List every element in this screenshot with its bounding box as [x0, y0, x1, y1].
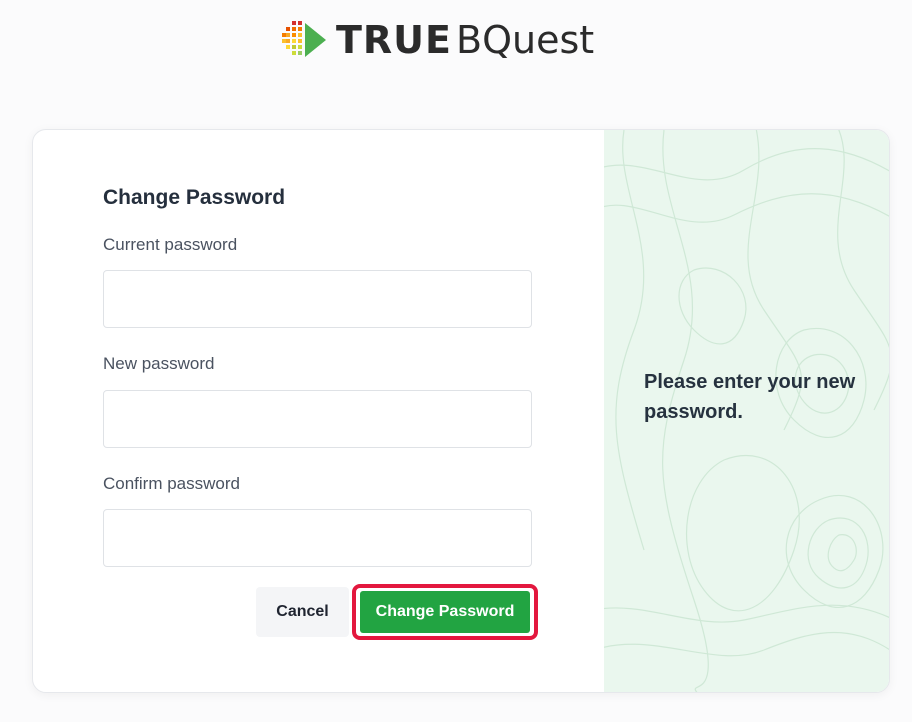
change-password-form: Change Password Current password New pas… — [33, 130, 604, 692]
confirm-password-input[interactable] — [103, 509, 532, 567]
change-password-card: Change Password Current password New pas… — [32, 129, 890, 693]
info-panel: Please enter your new password. — [604, 130, 889, 692]
new-password-label: New password — [103, 354, 215, 373]
form-title: Change Password — [103, 186, 286, 209]
change-password-button[interactable]: Change Password — [360, 591, 530, 633]
cancel-button[interactable]: Cancel — [256, 587, 349, 637]
brand-name-bold: TRUE — [336, 18, 452, 62]
current-password-label: Current password — [103, 235, 238, 254]
current-password-input[interactable] — [103, 270, 532, 328]
page: TRUE BQuest Change Password Current pass… — [0, 0, 912, 722]
pixel-arrow-logo-icon — [282, 21, 326, 57]
brand-logo: TRUE BQuest — [282, 18, 594, 62]
brand-name-light: BQuest — [456, 18, 595, 62]
info-message: Please enter your new password. — [644, 371, 856, 423]
confirm-password-label: Confirm password — [103, 474, 240, 493]
new-password-input[interactable] — [103, 390, 532, 448]
